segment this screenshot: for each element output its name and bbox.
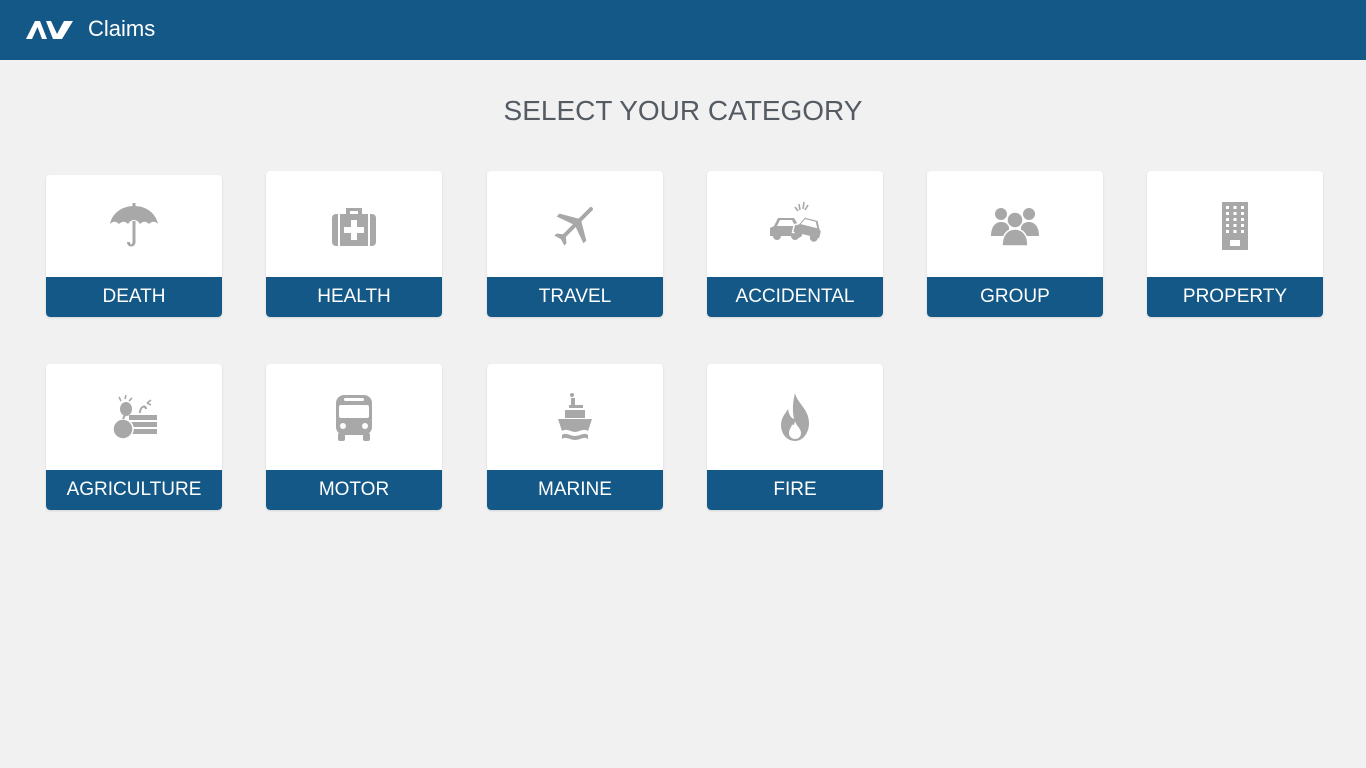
category-card-travel[interactable]: TRAVEL (487, 171, 663, 317)
category-label: MARINE (487, 470, 663, 510)
category-card-property[interactable]: PROPERTY (1147, 171, 1323, 317)
agriculture-icon (112, 394, 157, 440)
category-label: MOTOR (266, 470, 442, 510)
fire-icon (781, 392, 809, 441)
category-card-death[interactable]: DEATH (46, 175, 222, 317)
category-label: GROUP (927, 277, 1103, 317)
car-crash-icon (770, 201, 822, 242)
app-title: Claims (88, 16, 156, 41)
category-label: AGRICULTURE (46, 470, 222, 510)
app-header: Claims (0, 0, 1366, 60)
category-card-accidental[interactable]: ACCIDENTAL (707, 171, 883, 317)
category-card-agriculture[interactable]: AGRICULTURE (46, 364, 222, 510)
category-label: DEATH (46, 277, 222, 317)
airplane-icon (554, 206, 594, 246)
building-icon (1222, 201, 1248, 250)
category-card-group[interactable]: GROUP (927, 171, 1103, 317)
medical-kit-icon (332, 207, 376, 246)
category-card-motor[interactable]: MOTOR (266, 364, 442, 510)
category-label: FIRE (707, 470, 883, 510)
ship-icon (558, 392, 592, 440)
umbrella-icon (110, 202, 158, 246)
bus-icon (336, 394, 372, 441)
category-card-marine[interactable]: MARINE (487, 364, 663, 510)
category-label: PROPERTY (1147, 277, 1323, 317)
category-label: ACCIDENTAL (707, 277, 883, 317)
category-label: TRAVEL (487, 277, 663, 317)
people-group-icon (991, 207, 1039, 247)
category-card-health[interactable]: HEALTH (266, 171, 442, 317)
category-label: HEALTH (266, 277, 442, 317)
category-card-fire[interactable]: FIRE (707, 364, 883, 510)
av-logo-icon (26, 21, 73, 39)
page-title: SELECT YOUR CATEGORY (503, 95, 863, 126)
